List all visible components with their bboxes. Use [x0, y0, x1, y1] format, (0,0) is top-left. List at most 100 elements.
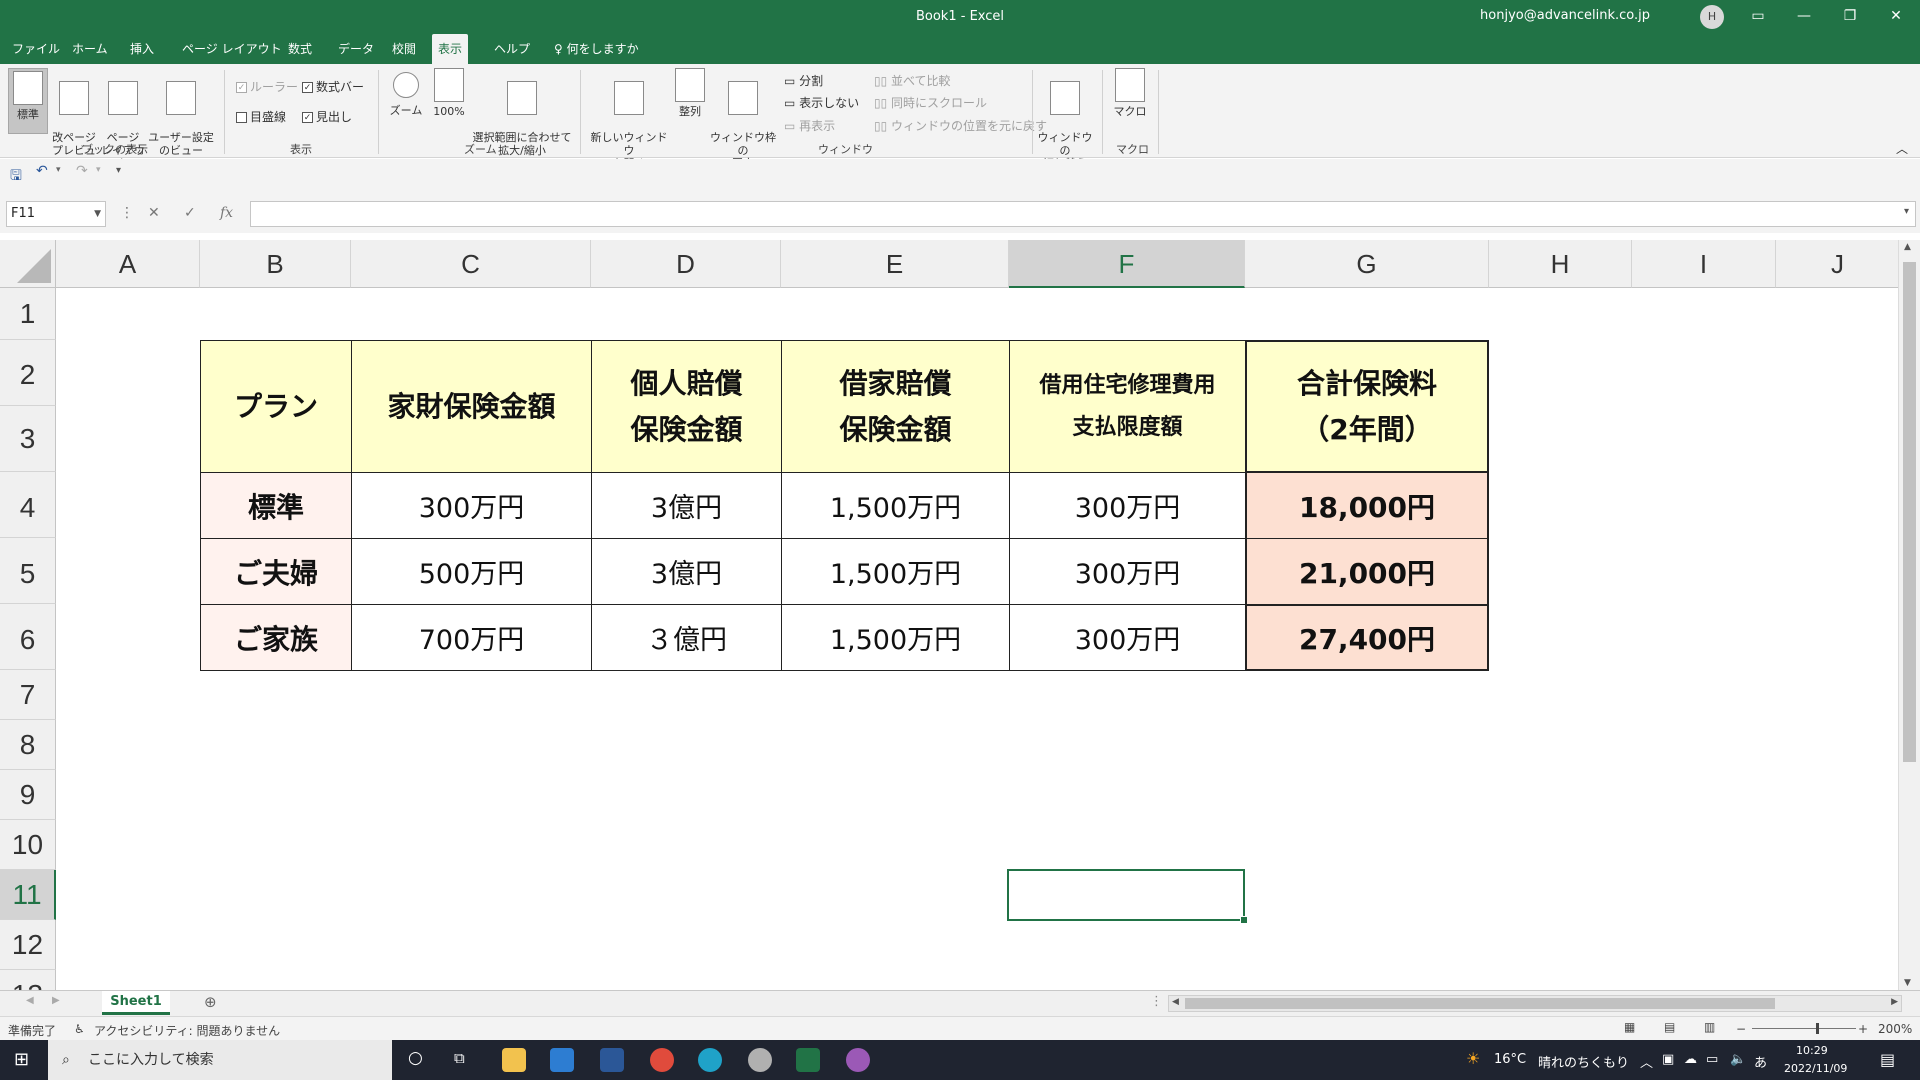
account-email[interactable]: honjyo@advancelink.co.jp [1480, 8, 1650, 23]
excel-icon[interactable] [796, 1048, 820, 1072]
zoom-out-icon[interactable]: − [1736, 1022, 1746, 1036]
table-cell-total[interactable]: 27,400円 [1245, 604, 1489, 671]
column-header-h[interactable]: H [1489, 240, 1632, 288]
weather-icon[interactable]: ☀ [1466, 1049, 1480, 1068]
column-header-d[interactable]: D [591, 240, 781, 288]
drop-app-icon[interactable] [846, 1048, 870, 1072]
clock-time[interactable]: 10:29 [1796, 1044, 1828, 1057]
table-cell[interactable]: ３億円 [591, 604, 782, 671]
close-button[interactable]: ✕ [1873, 0, 1919, 34]
zoom-slider-thumb[interactable] [1816, 1023, 1819, 1034]
scroll-left-icon[interactable]: ◀ [1172, 997, 1179, 1007]
save-icon[interactable]: 🖫 [10, 165, 22, 189]
row-header-13[interactable]: 13 [0, 970, 56, 990]
row-header-7[interactable]: 7 [0, 670, 56, 720]
table-cell[interactable]: 700万円 [351, 604, 592, 671]
header-cell-repair-limit[interactable]: 借用住宅修理費用 支払限度額 [1009, 340, 1246, 473]
insert-function-icon[interactable]: fx [220, 205, 233, 221]
row-header-1[interactable]: 1 [0, 288, 56, 340]
gridlines-checkbox[interactable]: 目盛線 [236, 108, 286, 125]
volume-icon[interactable]: 🔈 [1730, 1052, 1746, 1067]
minimize-button[interactable]: — [1781, 0, 1827, 34]
scroll-right-icon[interactable]: ▶ [1891, 997, 1898, 1007]
column-header-i[interactable]: I [1632, 240, 1776, 288]
ribbon-display-options-icon[interactable]: ▭ [1735, 0, 1781, 34]
tab-help[interactable]: ヘルプ [488, 34, 536, 64]
tab-file[interactable]: ファイル [6, 34, 66, 64]
active-cell-f11[interactable] [1007, 869, 1248, 924]
expand-formula-bar-icon[interactable]: ▾ [1904, 206, 1909, 217]
clock-date[interactable]: 2022/11/09 [1784, 1062, 1847, 1075]
zoom-level[interactable]: 200% [1878, 1022, 1912, 1036]
headings-checkbox[interactable]: ✓ 見出し [302, 108, 352, 125]
task-view-icon[interactable]: ⧉ [454, 1049, 465, 1067]
vertical-scroll-thumb[interactable] [1903, 262, 1916, 762]
column-header-b[interactable]: B [200, 240, 351, 288]
name-box[interactable]: F11 ▼ [6, 201, 106, 227]
table-cell[interactable]: 1,500万円 [781, 538, 1010, 605]
table-cell[interactable]: 3億円 [591, 538, 782, 605]
row-header-5[interactable]: 5 [0, 538, 56, 604]
cortana-icon[interactable]: ○ [408, 1048, 423, 1068]
select-all-button[interactable] [0, 240, 56, 288]
app-icon[interactable] [748, 1048, 772, 1072]
network-icon[interactable]: ▭ [1706, 1052, 1718, 1067]
tab-insert[interactable]: 挿入 [124, 34, 160, 64]
table-cell[interactable]: 500万円 [351, 538, 592, 605]
formula-bar-checkbox[interactable]: ✓ 数式バー [302, 78, 364, 95]
macros-button[interactable]: マクロ [1110, 68, 1150, 118]
row-header-4[interactable]: 4 [0, 472, 56, 538]
row-header-10[interactable]: 10 [0, 820, 56, 870]
avatar[interactable]: H [1700, 5, 1724, 29]
table-cell[interactable]: 300万円 [351, 472, 592, 539]
windows-start-icon[interactable]: ⊞ [14, 1049, 29, 1070]
tab-review[interactable]: 校閲 [386, 34, 422, 64]
tab-view[interactable]: 表示 [432, 34, 469, 64]
row-header-9[interactable]: 9 [0, 770, 56, 820]
split-button[interactable]: ▭ 分割 [784, 72, 823, 89]
tab-split-handle-icon[interactable]: ⋮ [1150, 994, 1163, 1009]
scroll-down-icon[interactable]: ▼ [1904, 978, 1911, 988]
row-header-2[interactable]: 2 [0, 340, 56, 406]
vertical-scrollbar[interactable]: ▲ ▼ [1898, 240, 1920, 990]
edge-icon[interactable] [698, 1048, 722, 1072]
word-icon[interactable] [600, 1048, 624, 1072]
cancel-icon[interactable]: ✕ [148, 205, 160, 221]
customize-qat-icon[interactable]: ▾ [116, 165, 121, 176]
formula-input[interactable]: ▾ [250, 201, 1916, 227]
weather-description[interactable]: 晴れのちくもり [1538, 1052, 1629, 1071]
tab-data[interactable]: データ [332, 34, 380, 64]
header-cell-contents-coverage[interactable]: 家財保険金額 [351, 340, 592, 473]
new-sheet-icon[interactable]: ⊕ [204, 993, 217, 1011]
accessibility-status[interactable]: アクセシビリティ: 問題ありません [94, 1022, 280, 1039]
header-cell-tenant-liability[interactable]: 借家賠償 保険金額 [781, 340, 1010, 473]
normal-view-button[interactable]: 標準 [8, 68, 48, 134]
hide-window-button[interactable]: ▭ 表示しない [784, 94, 859, 111]
taskbar-search[interactable]: ⌕ ここに入力して検索 [48, 1040, 392, 1080]
custom-views-button[interactable]: ユーザー設定 のビュー [148, 68, 214, 170]
column-header-f[interactable]: F [1009, 240, 1245, 288]
table-cell-plan[interactable]: ご夫婦 [200, 538, 352, 605]
tab-page-layout[interactable]: ページ レイアウト [176, 34, 288, 64]
table-cell-plan[interactable]: ご家族 [200, 604, 352, 671]
undo-dropdown-icon[interactable]: ▾ [56, 165, 61, 175]
row-header-8[interactable]: 8 [0, 720, 56, 770]
notification-center-icon[interactable]: ▤ [1880, 1050, 1895, 1069]
column-header-j[interactable]: J [1776, 240, 1900, 288]
table-cell-total[interactable]: 18,000円 [1245, 472, 1489, 539]
weather-temperature[interactable]: 16°C [1494, 1052, 1526, 1067]
column-header-a[interactable]: A [56, 240, 200, 288]
table-cell[interactable]: 3億円 [591, 472, 782, 539]
row-header-3[interactable]: 3 [0, 406, 56, 472]
accessibility-icon[interactable]: ♿ [74, 1022, 85, 1036]
worksheet-grid[interactable]: A B C D E F G H I J 1 2 3 4 5 6 7 8 9 10… [0, 240, 1920, 990]
table-cell[interactable]: 300万円 [1009, 538, 1246, 605]
table-cell[interactable]: 1,500万円 [781, 472, 1010, 539]
restore-button[interactable]: ❐ [1827, 0, 1873, 34]
row-header-6[interactable]: 6 [0, 604, 56, 670]
previous-sheet-icon[interactable]: ◀ [26, 995, 34, 1006]
header-cell-personal-liability[interactable]: 個人賠償 保険金額 [591, 340, 782, 473]
column-header-c[interactable]: C [351, 240, 591, 288]
table-cell[interactable]: 300万円 [1009, 604, 1246, 671]
scroll-up-icon[interactable]: ▲ [1904, 242, 1911, 252]
